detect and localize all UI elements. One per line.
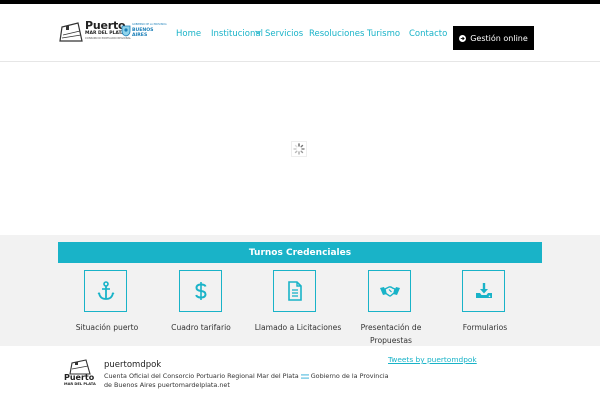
gestion-online-button[interactable]: Gestión online	[453, 26, 534, 50]
port-emblem-icon	[59, 22, 83, 42]
chevron-down-icon[interactable]	[254, 28, 262, 36]
presentacion-propuestas-label[interactable]: Presentación de Propuestas	[352, 321, 430, 347]
loading-spinner-icon	[291, 141, 307, 157]
presentacion-propuestas-tile[interactable]	[368, 270, 411, 312]
gestion-online-label: Gestión online	[470, 33, 528, 43]
nav-contacto[interactable]: Contacto	[409, 29, 447, 39]
site-header: Puerto MAR DEL PLATA CONSORCIO PORTUARIO…	[0, 4, 600, 62]
cuadro-tarifario-label[interactable]: Cuadro tarifario	[160, 321, 242, 334]
province-label: BUENOS AIRES	[132, 28, 154, 38]
cuadro-tarifario-tile[interactable]	[179, 270, 222, 312]
document-icon	[287, 281, 302, 301]
twitter-handle[interactable]: puertomdpok	[104, 360, 161, 370]
turnos-credenciales-banner[interactable]: Turnos Credenciales	[58, 242, 542, 263]
province-shield-icon	[121, 25, 131, 37]
logo-tagline: CONSORCIO PORTUARIO REGIONAL	[85, 37, 131, 40]
download-icon	[475, 283, 492, 298]
nav-turismo[interactable]: Turismo	[367, 29, 400, 39]
logo-subname: MAR DEL PLATA	[85, 31, 125, 36]
banner-title: Turnos Credenciales	[248, 247, 352, 258]
province-label-top: GOBIERNO DE LA PROVINCIA	[132, 23, 167, 26]
tweets-by-link[interactable]: Tweets by puertomdpok	[388, 355, 477, 364]
formularios-label[interactable]: Formularios	[444, 321, 526, 334]
handshake-icon	[379, 286, 400, 297]
situacion-puerto-tile[interactable]	[84, 270, 127, 312]
twitter-description: Cuenta Oficial del Consorcio Portuario R…	[104, 372, 389, 390]
llamado-licitaciones-label[interactable]: Llamado a Licitaciones	[246, 321, 350, 334]
flag-icon	[300, 373, 309, 379]
site-logo[interactable]: Puerto MAR DEL PLATA CONSORCIO PORTUARIO…	[58, 19, 170, 44]
avatar-subname: MAR DEL PLATA	[64, 382, 96, 386]
avatar-name: Puerto	[64, 373, 95, 382]
twitter-avatar[interactable]: Puerto MAR DEL PLATA	[64, 359, 96, 391]
nav-home[interactable]: Home	[176, 29, 201, 39]
situacion-puerto-label[interactable]: Situación puerto	[66, 321, 148, 334]
anchor-icon	[97, 281, 114, 300]
description-part-1: Cuenta Oficial del Consorcio Portuario R…	[104, 372, 299, 380]
arrow-circle-right-icon	[459, 34, 467, 42]
nav-servicios[interactable]: Servicios	[265, 29, 303, 39]
dollar-icon	[194, 282, 207, 300]
llamado-licitaciones-tile[interactable]	[273, 270, 316, 312]
formularios-tile[interactable]	[462, 270, 505, 312]
nav-resoluciones[interactable]: Resoluciones	[309, 29, 364, 39]
